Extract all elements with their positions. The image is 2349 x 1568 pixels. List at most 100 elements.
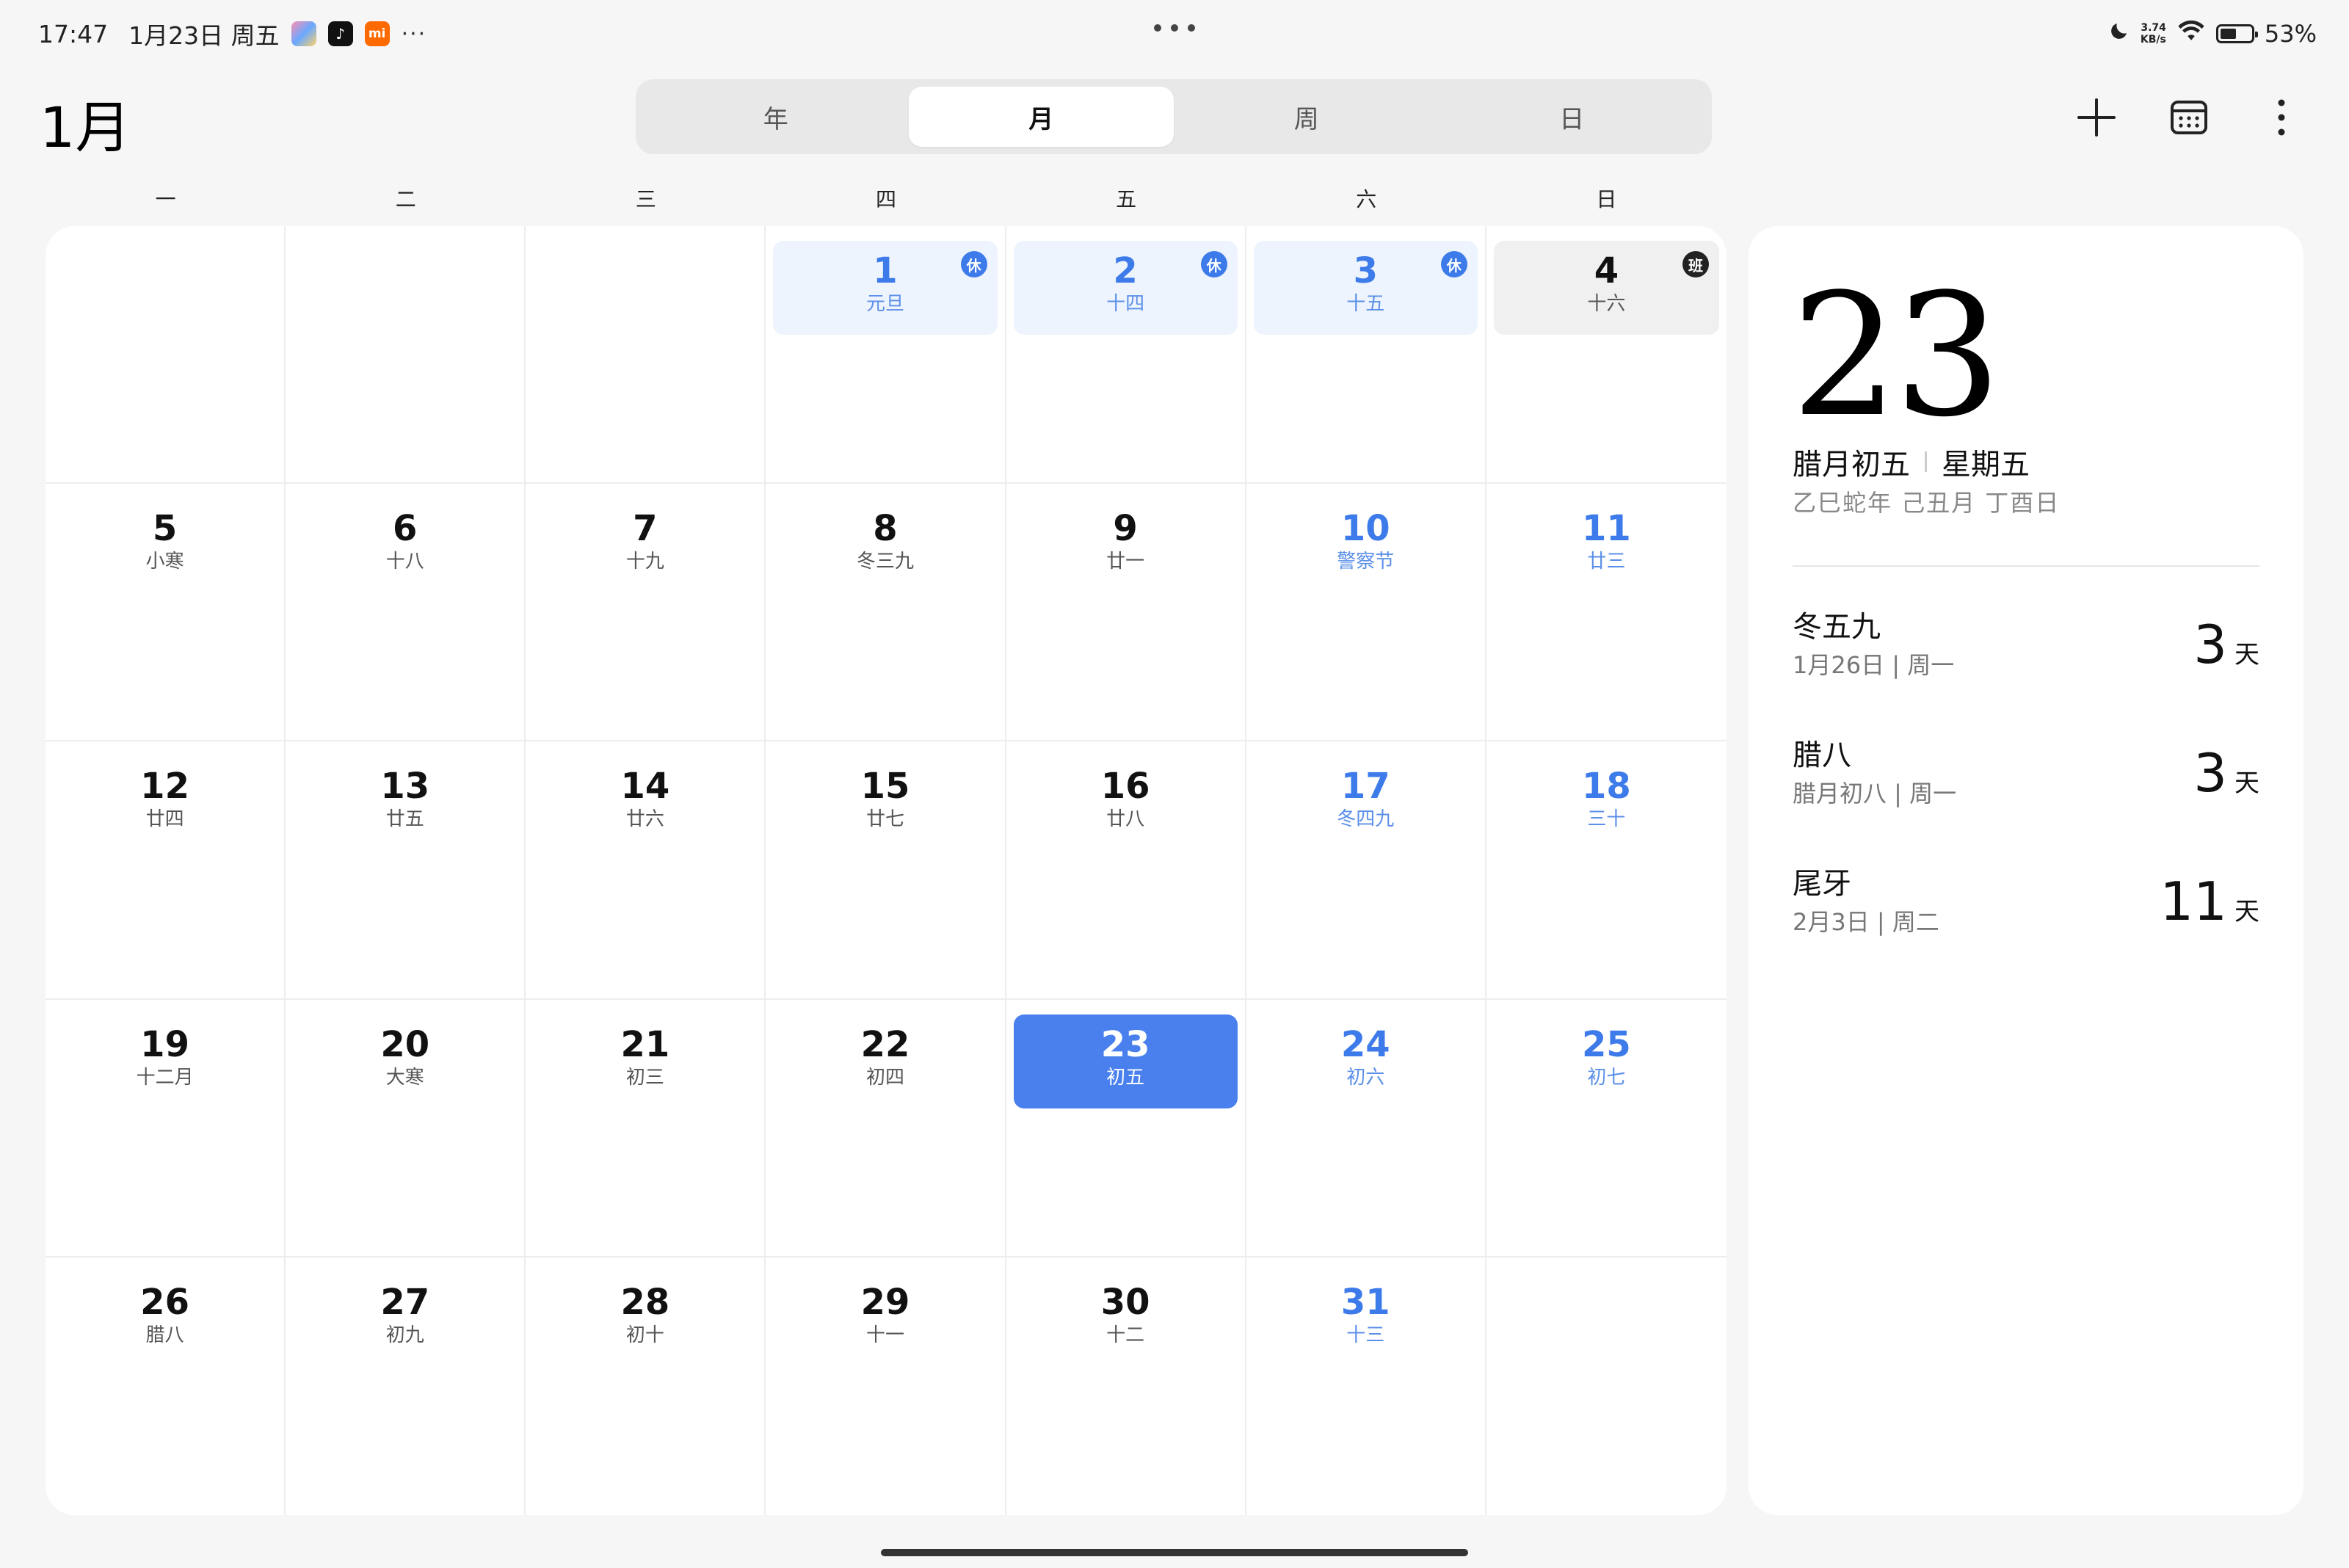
day-cell[interactable]: 14 廿六	[526, 741, 766, 1000]
add-event-button[interactable]	[2073, 94, 2120, 141]
tab-week[interactable]: 周	[1174, 87, 1439, 147]
lunar-label: 初四	[865, 1066, 904, 1089]
holiday-badge: 休	[1440, 251, 1467, 277]
today-button[interactable]	[2165, 94, 2212, 141]
day-cell[interactable]: 10 警察节	[1246, 484, 1486, 742]
day-cell[interactable]: 22 初四	[766, 999, 1006, 1257]
day-cell[interactable]: 18 三十	[1486, 741, 1727, 1000]
countdown-item[interactable]: 尾牙 2月3日 | 周二 11 天	[1793, 857, 2259, 945]
lunar-label: 十三	[1346, 1324, 1385, 1346]
day-box: 29 十一	[773, 1272, 997, 1366]
lunar-label: 十九	[625, 551, 664, 573]
lunar-label: 廿四	[145, 808, 184, 831]
day-cell[interactable]: 16 廿八	[1006, 741, 1246, 1000]
day-cell[interactable]: 31 十三	[1246, 1257, 1486, 1515]
lunar-label: 廿一	[1106, 551, 1145, 573]
more-options-button[interactable]	[2258, 94, 2305, 141]
weekday-name: 星期五	[1942, 448, 2030, 482]
day-number: 11	[1582, 508, 1631, 550]
day-box: 4 十六 班	[1493, 241, 1719, 335]
day-cell[interactable]: 20 大寒	[286, 999, 526, 1257]
lunar-date: 腊月初五	[1793, 448, 1910, 482]
day-cell[interactable]: 29 十一	[766, 1257, 1006, 1515]
divider	[1925, 451, 1927, 472]
day-cell[interactable]: 6 十八	[286, 484, 526, 742]
day-cell[interactable]: 5 小寒	[46, 484, 286, 742]
day-cell[interactable]: 3 十五 休	[1246, 226, 1486, 484]
day-detail-panel: 23 腊月初五 星期五 乙巳蛇年 己丑月 丁酉日 冬五九 1月26日 | 周一 …	[1749, 226, 2303, 1515]
weekday-label: 三	[635, 187, 656, 211]
day-number: 1	[873, 250, 898, 291]
lunar-label: 初六	[1346, 1066, 1385, 1089]
status-bar-left: 17:47 1月23日 周五 ♪ mi ···	[38, 18, 426, 51]
day-number: 7	[633, 508, 658, 550]
countdown-date: 腊月初八 | 周一	[1793, 780, 1957, 807]
day-box: 12 廿四	[53, 756, 277, 850]
day-number: 4	[1594, 250, 1619, 291]
day-cell[interactable]: 2 十四 休	[1006, 226, 1246, 484]
countdown-title: 腊八	[1793, 738, 1851, 772]
day-box: 13 廿五	[293, 756, 517, 850]
countdown-days: 11	[2160, 871, 2227, 932]
day-box: 20 大寒	[293, 1015, 517, 1108]
day-box: 2 十四 休	[1013, 241, 1238, 335]
day-cell[interactable]: 30 十二	[1006, 1257, 1246, 1515]
empty-day-cell	[46, 226, 286, 484]
countdown-item[interactable]: 冬五九 1月26日 | 周一 3 天	[1793, 600, 2259, 689]
battery-icon	[2215, 24, 2258, 43]
countdown-date: 1月26日 | 周一	[1793, 651, 1955, 679]
day-cell[interactable]: 27 初九	[286, 1257, 526, 1515]
lunar-label: 廿六	[625, 808, 664, 831]
day-box: 19 十二月	[53, 1015, 277, 1108]
moon-icon	[2108, 20, 2130, 48]
day-cell[interactable]: 15 廿七	[766, 741, 1006, 1000]
page-title: 1月	[40, 95, 131, 160]
day-cell[interactable]: 9 廿一	[1006, 484, 1246, 742]
day-number: 29	[860, 1281, 910, 1323]
countdown-days: 3	[2193, 614, 2227, 675]
day-box: 25 初七	[1494, 1015, 1719, 1108]
day-cell[interactable]: 1 元旦 休	[766, 226, 1006, 484]
empty-day-cell	[1486, 1257, 1727, 1515]
day-number: 19	[140, 1023, 189, 1065]
day-number: 21	[620, 1023, 670, 1065]
day-cell[interactable]: 26 腊八	[46, 1257, 286, 1515]
day-cell[interactable]: 8 冬三九	[766, 484, 1006, 742]
day-cell[interactable]: 28 初十	[526, 1257, 766, 1515]
day-cell[interactable]: 24 初六	[1246, 999, 1486, 1257]
lunar-label: 三十	[1587, 808, 1626, 831]
day-cell[interactable]: 7 十九	[526, 484, 766, 742]
weekday-label: 六	[1356, 187, 1377, 211]
day-cell[interactable]: 21 初三	[526, 999, 766, 1257]
home-indicator[interactable]	[881, 1549, 1468, 1556]
day-number: 24	[1340, 1023, 1390, 1065]
lunar-label: 小寒	[145, 551, 184, 573]
countdown-unit: 天	[2234, 640, 2259, 669]
holiday-badge: 休	[960, 251, 987, 277]
tab-year[interactable]: 年	[643, 87, 909, 147]
countdown-item[interactable]: 腊八 腊月初八 | 周一 3 天	[1793, 729, 2259, 817]
countdown-date: 2月3日 | 周二	[1793, 908, 1939, 936]
day-cell[interactable]: 12 廿四	[46, 741, 286, 1000]
ganzhi-date: 乙巳蛇年 己丑月 丁酉日	[1793, 489, 2061, 517]
lunar-label: 警察节	[1337, 551, 1395, 573]
weekday-label: 一	[155, 187, 176, 211]
day-cell[interactable]: 11 廿三	[1486, 484, 1727, 742]
day-cell[interactable]: 23 初五	[1006, 999, 1246, 1257]
day-cell[interactable]: 13 廿五	[286, 741, 526, 1000]
day-cell[interactable]: 25 初七	[1486, 1000, 1727, 1257]
plus-icon	[2077, 98, 2116, 137]
window-handle[interactable]	[1154, 22, 1195, 34]
lunar-label: 廿三	[1587, 551, 1626, 573]
lunar-label: 腊八	[145, 1324, 184, 1346]
day-cell[interactable]: 19 十二月	[46, 999, 286, 1257]
status-bar-right: 3.74 KB/s 53%	[2108, 16, 2317, 51]
tab-month[interactable]: 月	[908, 87, 1174, 147]
weekday-label: 二	[395, 187, 416, 211]
day-box: 27 初九	[293, 1272, 517, 1366]
mi-app-icon: mi	[364, 21, 390, 46]
day-cell[interactable]: 4 十六 班	[1486, 226, 1727, 484]
day-cell[interactable]: 17 冬四九	[1246, 741, 1486, 1000]
tab-day[interactable]: 日	[1439, 87, 1705, 147]
weekday-label: 五	[1116, 187, 1137, 211]
